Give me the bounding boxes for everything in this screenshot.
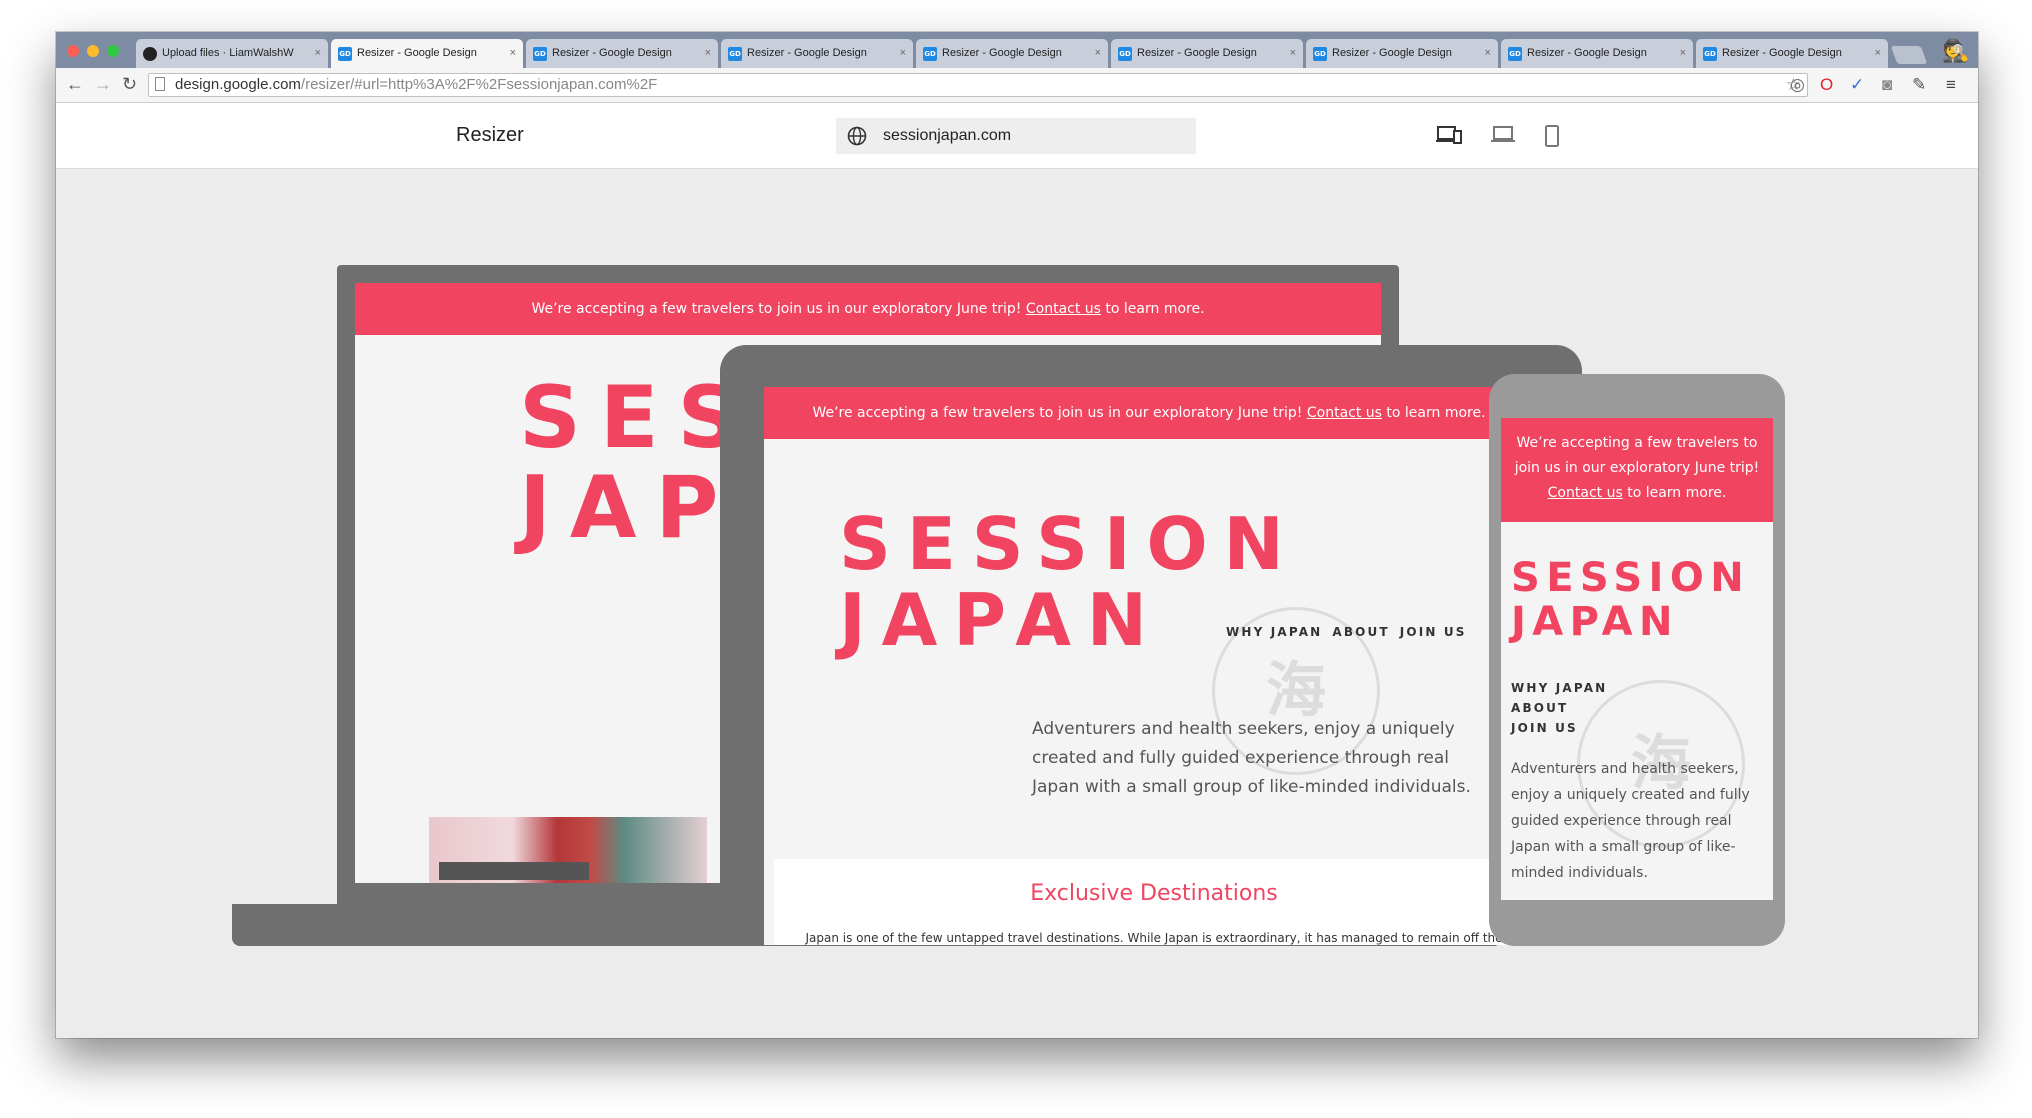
tab-close-icon[interactable]: × — [315, 39, 321, 68]
tab-label: Upload files · LiamWalshW — [162, 47, 294, 59]
destinations-card: Exclusive Destinations Japan is one of t… — [774, 859, 1534, 945]
google-design-icon: GD — [1703, 47, 1717, 61]
announcement-banner: We’re accepting a few travelers to join … — [355, 283, 1381, 335]
tab-label: Resizer - Google Design — [357, 47, 477, 59]
tab-label: Resizer - Google Design — [942, 47, 1062, 59]
browser-tab[interactable]: GD Resizer - Google Design × — [1501, 39, 1693, 68]
tab-label: Resizer - Google Design — [1137, 47, 1257, 59]
announcement-banner: We’re accepting a few travelers to join … — [1501, 418, 1773, 522]
nav-join-us[interactable]: JOIN US — [1511, 718, 1607, 738]
tab-close-icon[interactable]: × — [1290, 39, 1296, 68]
tab-close-icon[interactable]: × — [510, 39, 516, 68]
extension-icon[interactable]: ✎ — [1912, 75, 1926, 95]
tab-label: Resizer - Google Design — [1332, 47, 1452, 59]
nav-join-us[interactable]: JOIN US — [1400, 625, 1467, 639]
tab-label: Resizer - Google Design — [1722, 47, 1842, 59]
tab-close-icon[interactable]: × — [1485, 39, 1491, 68]
all-devices-icon[interactable] — [1436, 125, 1462, 145]
app-title: Resizer — [456, 124, 524, 146]
tab-close-icon[interactable]: × — [1680, 39, 1686, 68]
url-path: /resizer/#url=http%3A%2F%2Fsessionjapan.… — [300, 76, 658, 93]
tab-label: Resizer - Google Design — [1527, 47, 1647, 59]
window-close-button[interactable] — [67, 45, 79, 57]
browser-toolbar: ← → ↻ design.google.com/resizer/#url=htt… — [56, 68, 1978, 103]
tab-strip: Upload files · LiamWalshW × GD Resizer -… — [56, 32, 1978, 68]
tab-close-icon[interactable]: × — [1095, 39, 1101, 68]
incognito-icon: 🕵 — [1942, 38, 1970, 63]
page-icon — [155, 77, 165, 91]
github-icon — [143, 47, 157, 61]
nav-why-japan[interactable]: WHY JAPAN — [1511, 678, 1607, 698]
google-design-icon: GD — [1508, 47, 1522, 61]
browser-tab[interactable]: GD Resizer - Google Design × — [1696, 39, 1888, 68]
extension-icon[interactable]: ✓ — [1850, 75, 1864, 95]
browser-window: Upload files · LiamWalshW × GD Resizer -… — [56, 32, 1978, 1038]
google-design-icon: GD — [728, 47, 742, 61]
nav-about[interactable]: ABOUT — [1332, 625, 1389, 639]
tab-close-icon[interactable]: × — [900, 39, 906, 68]
phone-icon[interactable] — [1544, 125, 1560, 147]
back-icon[interactable]: ← — [66, 73, 84, 95]
browser-tab[interactable]: GD Resizer - Google Design × — [721, 39, 913, 68]
camera-icon[interactable]: ◙ — [1882, 75, 1892, 95]
contact-link[interactable]: Contact us — [1548, 485, 1623, 501]
site-url-value: sessionjapan.com — [883, 127, 1012, 144]
browser-tab-active[interactable]: GD Resizer - Google Design × — [331, 39, 523, 68]
resizer-header: Resizer sessionjapan.com — [56, 103, 1978, 169]
opera-icon[interactable]: O — [1820, 75, 1833, 95]
extension-icon[interactable]: ◎ — [1790, 75, 1805, 95]
site-url-input[interactable]: sessionjapan.com — [836, 118, 1196, 154]
window-maximize-button[interactable] — [107, 45, 119, 57]
reload-icon[interactable]: ↻ — [122, 73, 137, 95]
menu-icon[interactable]: ≡ — [1946, 75, 1956, 95]
google-design-icon: GD — [1118, 47, 1132, 61]
contact-link[interactable]: Contact us — [1026, 301, 1101, 317]
nav-about[interactable]: ABOUT — [1511, 698, 1607, 718]
section-text: Japan is one of the few untapped travel … — [805, 931, 1503, 945]
brand-logo: SESSION JAPAN — [1511, 555, 1751, 645]
window-minimize-button[interactable] — [87, 45, 99, 57]
intro-text: Adventurers and health seekers, enjoy a … — [1032, 719, 1471, 797]
contact-link[interactable]: Contact us — [1307, 405, 1382, 421]
google-design-icon: GD — [923, 47, 937, 61]
browser-tab[interactable]: GD Resizer - Google Design × — [1306, 39, 1498, 68]
forward-icon[interactable]: → — [94, 73, 112, 95]
tab-label: Resizer - Google Design — [552, 47, 672, 59]
tab-close-icon[interactable]: × — [1875, 39, 1881, 68]
announcement-banner: We’re accepting a few travelers to join … — [764, 387, 1534, 439]
site-nav: WHY JAPAN ABOUT JOIN US — [1511, 678, 1607, 738]
new-tab-button[interactable] — [1890, 46, 1928, 64]
google-design-icon: GD — [533, 47, 547, 61]
tab-label: Resizer - Google Design — [747, 47, 867, 59]
browser-tab[interactable]: Upload files · LiamWalshW × — [136, 39, 328, 68]
preview-stage: We’re accepting a few travelers to join … — [56, 169, 1978, 1038]
tablet-preview[interactable]: We’re accepting a few travelers to join … — [764, 387, 1534, 945]
address-bar[interactable]: design.google.com/resizer/#url=http%3A%2… — [148, 73, 1808, 97]
google-design-icon: GD — [1313, 47, 1327, 61]
site-nav: WHY JAPAN ABOUT JOIN US — [1226, 625, 1477, 639]
globe-icon — [847, 126, 867, 146]
intro-text: Adventurers and health seekers, enjoy a … — [1511, 761, 1750, 881]
browser-tab[interactable]: GD Resizer - Google Design × — [526, 39, 718, 68]
nav-why-japan[interactable]: WHY JAPAN — [1226, 625, 1322, 639]
phone-preview[interactable]: We’re accepting a few travelers to join … — [1501, 418, 1773, 900]
hero-photo — [429, 817, 707, 883]
laptop-icon[interactable] — [1490, 125, 1516, 145]
browser-tab[interactable]: GD Resizer - Google Design × — [916, 39, 1108, 68]
tab-close-icon[interactable]: × — [705, 39, 711, 68]
browser-tab[interactable]: GD Resizer - Google Design × — [1111, 39, 1303, 68]
url-host: design.google.com — [175, 76, 301, 93]
google-design-icon: GD — [338, 47, 352, 61]
section-title: Exclusive Destinations — [1030, 881, 1278, 906]
